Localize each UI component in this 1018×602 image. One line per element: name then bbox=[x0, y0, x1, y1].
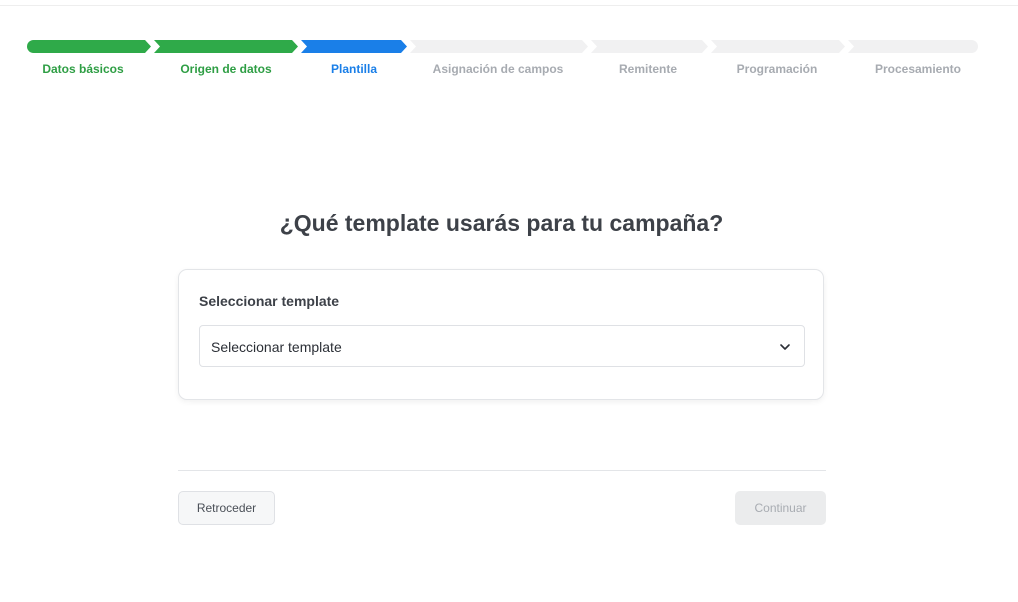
progress-stepper: Datos básicos Origen de datos Plantilla … bbox=[0, 0, 1018, 90]
step-bar-plantilla[interactable] bbox=[301, 40, 407, 53]
chevron-down-icon bbox=[780, 344, 790, 350]
step-bar-asignacion-de-campos bbox=[410, 40, 588, 53]
step-label-remitente: Remitente bbox=[618, 62, 678, 76]
step-label-plantilla[interactable]: Plantilla bbox=[331, 62, 377, 76]
step-bar-origen-de-datos[interactable] bbox=[154, 40, 298, 53]
page-title: ¿Qué template usarás para tu campaña? bbox=[279, 210, 724, 236]
step-bar-procesamiento bbox=[848, 40, 978, 53]
template-card: Seleccionar template Seleccionar templat… bbox=[178, 269, 824, 400]
step-label-origen-de-datos[interactable]: Origen de datos bbox=[180, 62, 271, 76]
back-button[interactable]: Retroceder bbox=[178, 491, 275, 525]
step-label-programacion: Programación bbox=[736, 62, 818, 76]
template-field-label: Seleccionar template bbox=[199, 293, 340, 309]
step-label-asignacion-de-campos: Asignación de campos bbox=[432, 62, 564, 76]
step-label-datos-basicos[interactable]: Datos básicos bbox=[42, 62, 123, 76]
template-select-value: Seleccionar template bbox=[211, 339, 342, 355]
step-bar-datos-basicos[interactable] bbox=[27, 40, 151, 53]
footer-divider bbox=[178, 470, 826, 471]
step-label-procesamiento: Procesamiento bbox=[874, 62, 962, 76]
template-select[interactable]: Seleccionar template bbox=[199, 325, 805, 367]
step-bar-remitente bbox=[591, 40, 708, 53]
step-bar-programacion bbox=[711, 40, 845, 53]
continue-button[interactable]: Continuar bbox=[735, 491, 826, 525]
